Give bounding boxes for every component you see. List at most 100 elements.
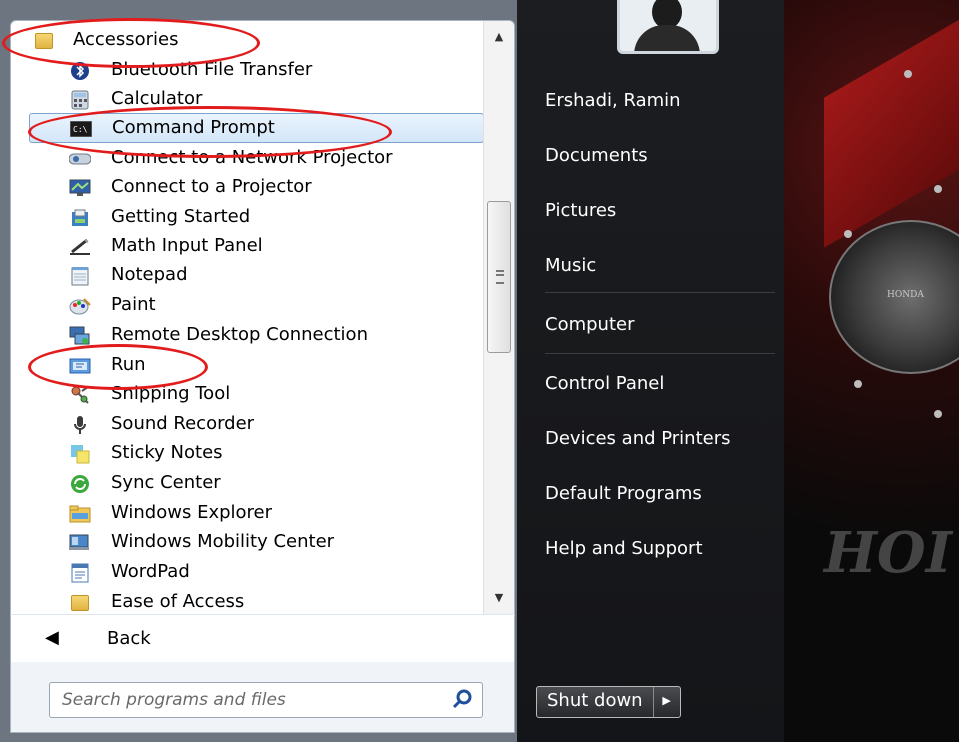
list-item-label: Command Prompt xyxy=(112,117,275,138)
list-item-label: Run xyxy=(111,354,146,375)
explorer-folder-icon xyxy=(69,503,91,525)
math-input-icon xyxy=(69,236,91,258)
list-item-network-projector[interactable]: Connect to a Network Projector xyxy=(11,144,486,172)
list-item-label: Accessories xyxy=(73,29,179,50)
list-item-label: Notepad xyxy=(111,264,188,285)
list-item-run[interactable]: Run xyxy=(11,351,486,379)
list-item-label: Math Input Panel xyxy=(111,235,263,256)
list-item-projector[interactable]: Connect to a Projector xyxy=(11,173,486,201)
list-item-notepad[interactable]: Notepad xyxy=(11,261,486,289)
search-input[interactable] xyxy=(60,688,434,712)
list-item-math-input[interactable]: Math Input Panel xyxy=(11,232,486,260)
default-programs-link[interactable]: Default Programs xyxy=(545,483,702,504)
list-item-snipping-tool[interactable]: Snipping Tool xyxy=(11,380,486,408)
list-item-paint[interactable]: Paint xyxy=(11,291,486,319)
list-item-label: Windows Mobility Center xyxy=(111,531,335,552)
list-item-sync-center[interactable]: Sync Center xyxy=(11,469,486,497)
sticky-notes-icon xyxy=(69,443,91,465)
bolt xyxy=(904,70,912,78)
svg-text:C:\: C:\ xyxy=(73,125,88,134)
remote-desktop-icon xyxy=(69,325,91,347)
list-item-label: Connect to a Projector xyxy=(111,176,312,197)
computer-link[interactable]: Computer xyxy=(545,314,634,335)
divider xyxy=(545,292,775,293)
bolt xyxy=(934,410,942,418)
mobility-center-icon xyxy=(69,532,91,554)
search-icon[interactable] xyxy=(452,688,474,710)
back-label: Back xyxy=(107,628,151,649)
network-projector-icon xyxy=(69,148,91,170)
microphone-icon xyxy=(69,414,91,436)
list-item-label: WordPad xyxy=(111,561,190,582)
search-box xyxy=(49,682,483,718)
list-item-sound-recorder[interactable]: Sound Recorder xyxy=(11,410,486,438)
shutdown-options-arrow-icon[interactable]: ▶ xyxy=(654,687,680,717)
list-item-label: Sound Recorder xyxy=(111,413,255,434)
user-name-link[interactable]: Ershadi, Ramin xyxy=(545,90,681,111)
list-item-bluetooth[interactable]: Bluetooth File Transfer xyxy=(11,56,486,84)
bluetooth-icon xyxy=(69,60,91,82)
snipping-tool-icon xyxy=(69,384,91,406)
list-item-mobility-center[interactable]: Windows Mobility Center xyxy=(11,528,486,556)
music-link[interactable]: Music xyxy=(545,255,596,276)
list-item-label: Ease of Access xyxy=(111,591,245,612)
bolt xyxy=(934,185,942,193)
calculator-icon xyxy=(69,89,91,111)
folder-icon xyxy=(69,592,91,614)
right-pane: Ershadi, Ramin Documents Pictures Music … xyxy=(517,0,784,742)
scroll-up-arrow-icon[interactable]: ▲ xyxy=(484,23,514,51)
search-area xyxy=(10,662,515,733)
list-item-label: Calculator xyxy=(111,88,203,109)
desktop-wallpaper: HONDA HOI xyxy=(784,0,959,742)
scrollbar-thumb[interactable] xyxy=(487,201,511,353)
list-item-label: Sync Center xyxy=(111,472,221,493)
folder-icon xyxy=(33,30,55,52)
list-item-wordpad[interactable]: WordPad xyxy=(11,558,486,586)
shutdown-button[interactable]: Shut down xyxy=(537,687,654,717)
motorcycle-fairing xyxy=(824,0,959,248)
help-support-link[interactable]: Help and Support xyxy=(545,538,703,559)
bolt xyxy=(844,230,852,238)
programs-list: Accessories Bluetooth File Transfer Calc… xyxy=(10,20,515,615)
engine-brand-text: HONDA xyxy=(887,290,924,300)
control-panel-link[interactable]: Control Panel xyxy=(545,373,664,394)
list-item-ease-of-access[interactable]: Ease of Access xyxy=(11,588,486,614)
paint-icon xyxy=(69,295,91,317)
list-item-label: Connect to a Network Projector xyxy=(111,147,393,168)
list-item-accessories[interactable]: Accessories xyxy=(11,26,486,54)
shutdown-control: Shut down ▶ xyxy=(536,686,681,718)
list-item-label: Sticky Notes xyxy=(111,442,223,463)
engine-cover: HONDA xyxy=(829,220,959,374)
list-item-label: Windows Explorer xyxy=(111,502,273,523)
sync-icon xyxy=(69,473,91,495)
list-item-remote-desktop[interactable]: Remote Desktop Connection xyxy=(11,321,486,349)
scroll-down-arrow-icon[interactable]: ▼ xyxy=(484,584,514,612)
wallpaper-brand-text: HOI xyxy=(824,520,952,586)
list-item-label: Bluetooth File Transfer xyxy=(111,59,313,80)
programs-scrollbar[interactable]: ▲ ▼ xyxy=(483,21,514,614)
command-prompt-icon: C:\ xyxy=(70,118,92,140)
list-item-sticky-notes[interactable]: Sticky Notes xyxy=(11,439,486,467)
back-arrow-icon: ◀ xyxy=(45,627,59,648)
back-button[interactable]: ◀ Back xyxy=(10,614,515,664)
notepad-icon xyxy=(69,265,91,287)
start-menu: Accessories Bluetooth File Transfer Calc… xyxy=(0,0,959,742)
projector-icon xyxy=(69,177,91,199)
list-item-windows-explorer[interactable]: Windows Explorer xyxy=(11,499,486,527)
documents-link[interactable]: Documents xyxy=(545,145,648,166)
list-item-getting-started[interactable]: Getting Started xyxy=(11,203,486,231)
getting-started-icon xyxy=(69,207,91,229)
list-item-label: Getting Started xyxy=(111,206,251,227)
programs-panel: Accessories Bluetooth File Transfer Calc… xyxy=(0,0,517,742)
pictures-link[interactable]: Pictures xyxy=(545,200,616,221)
run-icon xyxy=(69,355,91,377)
list-item-label: Snipping Tool xyxy=(111,383,231,404)
devices-printers-link[interactable]: Devices and Printers xyxy=(545,428,731,449)
list-item-command-prompt[interactable]: C:\ Command Prompt xyxy=(29,113,484,143)
wordpad-icon xyxy=(69,562,91,584)
list-item-calculator[interactable]: Calculator xyxy=(11,85,486,113)
list-item-label: Remote Desktop Connection xyxy=(111,324,368,345)
list-item-label: Paint xyxy=(111,294,156,315)
user-avatar[interactable] xyxy=(617,0,719,54)
divider xyxy=(545,353,775,354)
